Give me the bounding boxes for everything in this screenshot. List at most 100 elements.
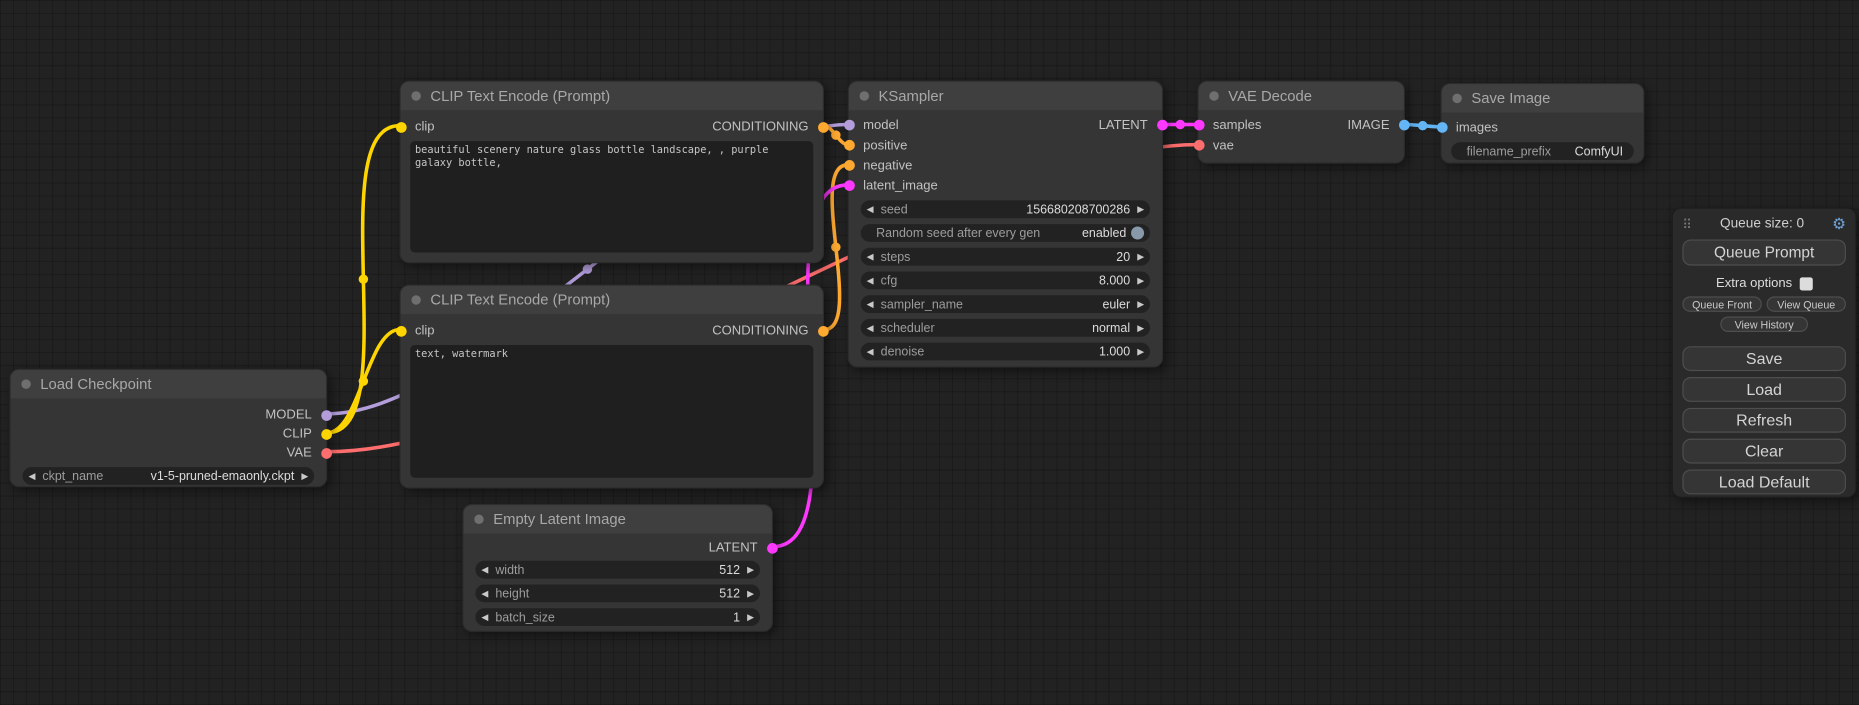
slot-model-latent: model LATENT	[849, 115, 1162, 135]
decrement-arrow-icon[interactable]: ◀	[867, 205, 874, 214]
widget-seed[interactable]: ◀ seed 156680208700286 ▶	[861, 200, 1150, 218]
port-negative-input[interactable]	[844, 160, 855, 171]
wire-clip-negative	[327, 330, 399, 433]
node-header[interactable]: KSampler	[849, 82, 1162, 110]
clear-button[interactable]: Clear	[1682, 439, 1846, 464]
load-default-button[interactable]: Load Default	[1682, 469, 1846, 494]
increment-arrow-icon[interactable]: ▶	[1137, 300, 1144, 309]
node-ksampler[interactable]: KSampler model LATENT positive negative …	[848, 81, 1163, 368]
port-clip-input[interactable]	[395, 122, 406, 133]
widget-scheduler[interactable]: ◀ scheduler normal ▶	[861, 319, 1150, 337]
toggle-dot-icon[interactable]	[1131, 226, 1144, 239]
port-model-input[interactable]	[844, 120, 855, 131]
increment-arrow-icon[interactable]: ▶	[1137, 347, 1144, 356]
node-empty-latent-image[interactable]: Empty Latent Image LATENT ◀ width 512 ▶ …	[462, 504, 773, 632]
load-button[interactable]: Load	[1682, 377, 1846, 402]
node-graph-canvas[interactable]: Load Checkpoint MODEL CLIP VAE ◀ ckpt_na…	[0, 0, 1859, 705]
increment-arrow-icon[interactable]: ▶	[301, 472, 308, 481]
slot-list: MODEL CLIP VAE	[11, 398, 326, 462]
view-queue-button[interactable]: View Queue	[1767, 296, 1846, 311]
port-image-output[interactable]	[1398, 120, 1409, 131]
port-positive-input[interactable]	[844, 140, 855, 151]
prompt-text-input[interactable]: text, watermark	[410, 345, 813, 478]
wire-midpoint-dot	[1418, 121, 1427, 130]
node-header[interactable]: Load Checkpoint	[11, 370, 326, 398]
collapse-dot-icon[interactable]	[1452, 94, 1461, 103]
widget-label: height	[495, 586, 529, 600]
widget-filename-prefix[interactable]: filename_prefix ComfyUI	[1451, 142, 1634, 160]
prompt-text-input[interactable]: beautiful scenery nature glass bottle la…	[410, 141, 813, 252]
widget-denoise[interactable]: ◀ denoise 1.000 ▶	[861, 343, 1150, 361]
port-vae-input[interactable]	[1193, 140, 1204, 151]
widget-sampler-name[interactable]: ◀ sampler_name euler ▶	[861, 295, 1150, 313]
widget-batch-size[interactable]: ◀ batch_size 1 ▶	[475, 608, 760, 626]
node-header[interactable]: Empty Latent Image	[464, 505, 772, 533]
port-samples-input[interactable]	[1193, 120, 1204, 131]
collapse-dot-icon[interactable]	[411, 91, 420, 100]
collapse-dot-icon[interactable]	[1209, 91, 1218, 100]
collapse-dot-icon[interactable]	[21, 379, 30, 388]
widget-label: scheduler	[881, 321, 935, 335]
collapse-dot-icon[interactable]	[474, 515, 483, 524]
decrement-arrow-icon[interactable]: ◀	[481, 565, 488, 574]
drag-handle-icon[interactable]: ⠿	[1682, 216, 1692, 231]
decrement-arrow-icon[interactable]: ◀	[867, 347, 874, 356]
port-model-output[interactable]	[321, 410, 332, 421]
widget-ckpt-name[interactable]: ◀ ckpt_name v1-5-pruned-emaonly.ckpt ▶	[23, 467, 315, 485]
port-conditioning-output[interactable]	[817, 122, 828, 133]
port-conditioning-output[interactable]	[817, 325, 828, 336]
collapse-dot-icon[interactable]	[411, 295, 420, 304]
decrement-arrow-icon[interactable]: ◀	[481, 589, 488, 598]
node-load-checkpoint[interactable]: Load Checkpoint MODEL CLIP VAE ◀ ckpt_na…	[9, 369, 327, 488]
port-images-input[interactable]	[1436, 122, 1447, 133]
queue-prompt-button[interactable]: Queue Prompt	[1682, 239, 1846, 265]
slot-samples-image: samples IMAGE	[1199, 115, 1404, 135]
widget-label: Random seed after every gen	[876, 226, 1040, 240]
extra-options-checkbox[interactable]	[1799, 277, 1812, 290]
node-header[interactable]: Save Image	[1442, 84, 1644, 112]
node-save-image[interactable]: Save Image images filename_prefix ComfyU…	[1441, 83, 1645, 164]
node-header[interactable]: CLIP Text Encode (Prompt)	[401, 286, 823, 314]
widget-width[interactable]: ◀ width 512 ▶	[475, 561, 760, 579]
widget-cfg[interactable]: ◀ cfg 8.000 ▶	[861, 272, 1150, 290]
increment-arrow-icon[interactable]: ▶	[747, 565, 754, 574]
decrement-arrow-icon[interactable]: ◀	[867, 252, 874, 261]
decrement-arrow-icon[interactable]: ◀	[867, 323, 874, 332]
decrement-arrow-icon[interactable]: ◀	[867, 300, 874, 309]
wire-midpoint-dot	[583, 264, 592, 273]
slot-label: images	[1456, 120, 1498, 134]
decrement-arrow-icon[interactable]: ◀	[481, 613, 488, 622]
decrement-arrow-icon[interactable]: ◀	[28, 472, 35, 481]
increment-arrow-icon[interactable]: ▶	[747, 589, 754, 598]
settings-gear-icon[interactable]: ⚙	[1832, 215, 1846, 234]
port-latent-image-input[interactable]	[844, 180, 855, 191]
decrement-arrow-icon[interactable]: ◀	[867, 276, 874, 285]
increment-arrow-icon[interactable]: ▶	[1137, 276, 1144, 285]
save-button[interactable]: Save	[1682, 346, 1846, 371]
widget-random-seed-toggle[interactable]: Random seed after every gen enabled	[861, 224, 1150, 242]
increment-arrow-icon[interactable]: ▶	[747, 613, 754, 622]
widget-height[interactable]: ◀ height 512 ▶	[475, 585, 760, 603]
history-row: View History	[1682, 317, 1846, 332]
port-latent-output[interactable]	[1157, 120, 1168, 131]
port-clip-output[interactable]	[321, 429, 332, 440]
widget-steps[interactable]: ◀ steps 20 ▶	[861, 248, 1150, 266]
refresh-button[interactable]: Refresh	[1682, 408, 1846, 433]
view-history-button[interactable]: View History	[1720, 317, 1808, 332]
increment-arrow-icon[interactable]: ▶	[1137, 205, 1144, 214]
extra-options-row: Extra options	[1682, 275, 1846, 292]
node-clip-text-encode-positive[interactable]: CLIP Text Encode (Prompt) clip CONDITION…	[400, 81, 824, 264]
port-vae-output[interactable]	[321, 448, 332, 459]
queue-front-button[interactable]: Queue Front	[1682, 296, 1761, 311]
widget-label: steps	[881, 250, 911, 264]
node-header[interactable]: CLIP Text Encode (Prompt)	[401, 82, 823, 110]
port-latent-output[interactable]	[766, 542, 777, 553]
queue-panel[interactable]: ⠿ Queue size: 0 ⚙ Queue Prompt Extra opt…	[1672, 207, 1857, 497]
port-clip-input[interactable]	[395, 325, 406, 336]
increment-arrow-icon[interactable]: ▶	[1137, 252, 1144, 261]
node-vae-decode[interactable]: VAE Decode samples IMAGE vae	[1197, 81, 1404, 164]
collapse-dot-icon[interactable]	[860, 91, 869, 100]
node-clip-text-encode-negative[interactable]: CLIP Text Encode (Prompt) clip CONDITION…	[400, 285, 824, 489]
increment-arrow-icon[interactable]: ▶	[1137, 323, 1144, 332]
node-header[interactable]: VAE Decode	[1199, 82, 1404, 110]
